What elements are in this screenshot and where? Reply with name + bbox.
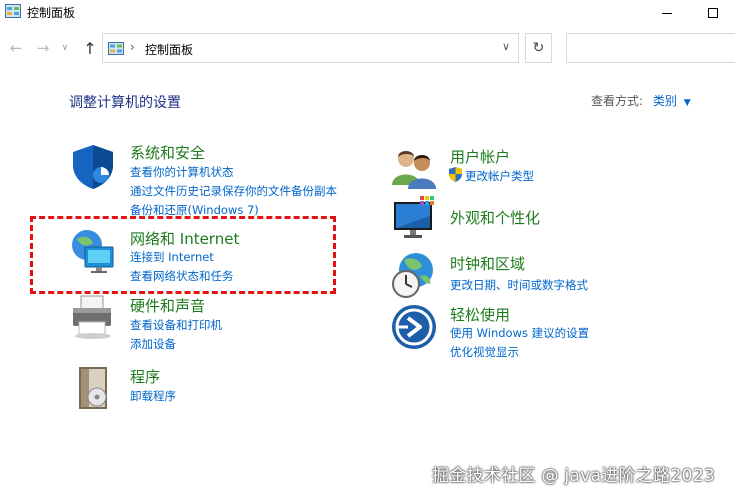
printer-icon[interactable] <box>69 294 117 342</box>
back-button[interactable]: ← <box>6 38 26 58</box>
title-bar: 控制面板 <box>0 0 735 26</box>
page-title: 调整计算机的设置 <box>69 95 181 111</box>
view-by-dropdown[interactable]: 类别 <box>653 94 677 108</box>
category-title[interactable]: 程序 <box>130 366 160 387</box>
category-link[interactable]: 使用 Windows 建议的设置 <box>450 325 589 341</box>
category-title[interactable]: 系统和安全 <box>130 142 205 163</box>
category-link[interactable]: 查看你的计算机状态 <box>130 164 234 180</box>
programs-disk-icon[interactable] <box>69 365 117 413</box>
category-link[interactable]: 通过文件历史记录保存你的文件备份副本 <box>130 183 337 199</box>
window-title: 控制面板 <box>27 6 76 20</box>
uac-shield-icon <box>449 167 462 182</box>
users-icon[interactable] <box>390 145 438 193</box>
category-link[interactable]: 优化视觉显示 <box>450 344 519 360</box>
category-link[interactable]: 更改日期、时间或数字格式 <box>450 277 588 293</box>
up-button[interactable]: ↑ <box>80 38 100 58</box>
view-by: 查看方式: 类别 ▼ <box>591 92 691 109</box>
breadcrumb[interactable]: 控制面板 <box>145 41 193 58</box>
category-link[interactable]: 添加设备 <box>130 336 176 352</box>
maximize-icon <box>708 8 718 18</box>
highlight-box <box>30 216 336 294</box>
category-title[interactable]: 时钟和区域 <box>450 253 525 274</box>
forward-button[interactable]: → <box>33 38 53 58</box>
address-bar[interactable]: › 控制面板 ∨ <box>102 33 519 63</box>
caret-down-icon[interactable]: ▼ <box>684 98 691 108</box>
monitor-palette-icon[interactable] <box>390 196 438 244</box>
minimize-icon <box>662 12 672 14</box>
globe-clock-icon[interactable] <box>390 252 438 300</box>
chevron-down-icon[interactable]: ∨ <box>502 40 510 53</box>
category-link[interactable]: 查看设备和打印机 <box>130 317 222 333</box>
control-panel-icon <box>108 42 124 55</box>
refresh-button[interactable]: ↻ <box>525 33 552 63</box>
category-title[interactable]: 轻松使用 <box>450 304 510 325</box>
minimize-button[interactable] <box>644 0 690 26</box>
category-link[interactable]: 更改帐户类型 <box>465 168 534 184</box>
category-title[interactable]: 外观和个性化 <box>450 207 540 228</box>
recent-locations-button[interactable]: ∨ <box>58 38 72 58</box>
shield-icon[interactable] <box>69 143 117 191</box>
control-panel-icon <box>5 4 21 18</box>
category-link[interactable]: 卸载程序 <box>130 388 176 404</box>
navigation-bar: ← → ∨ ↑ › 控制面板 ∨ ↻ <box>0 30 735 66</box>
maximize-button[interactable] <box>690 0 735 26</box>
watermark-text: 掘金技术社区 @ java进阶之路2023 <box>432 466 715 486</box>
category-title[interactable]: 用户帐户 <box>450 146 510 167</box>
view-by-label: 查看方式: <box>591 94 644 108</box>
breadcrumb-separator-icon[interactable]: › <box>130 40 135 54</box>
category-title[interactable]: 硬件和声音 <box>130 295 205 316</box>
accessibility-icon[interactable] <box>390 303 438 351</box>
search-input[interactable] <box>566 33 735 63</box>
